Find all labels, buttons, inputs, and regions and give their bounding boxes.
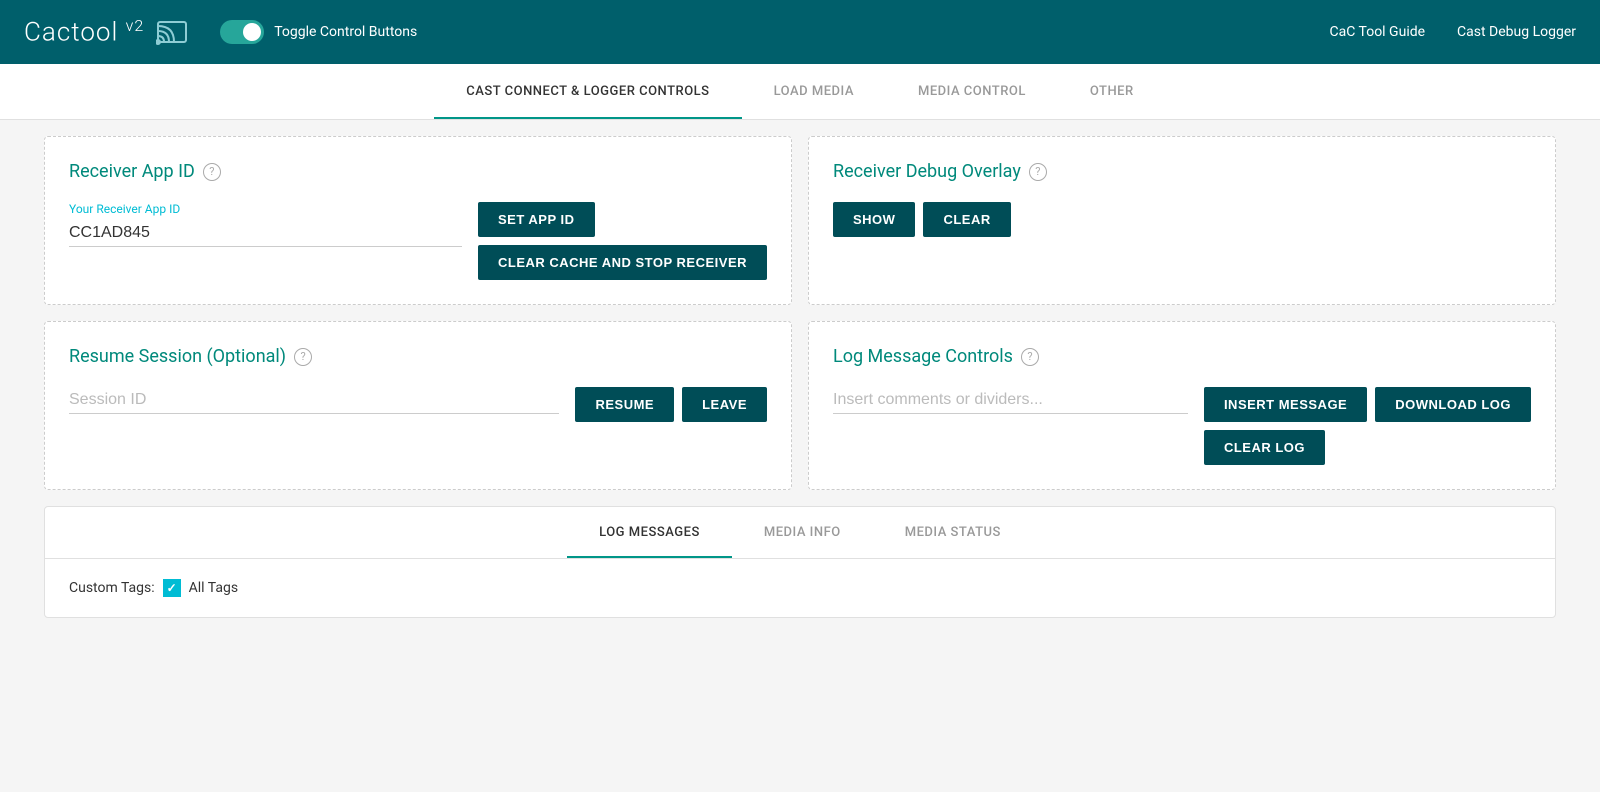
cast-icon: [156, 14, 192, 50]
log-tabs-bar: LOG MESSAGES MEDIA INFO MEDIA STATUS: [45, 507, 1555, 559]
debug-overlay-title: Receiver Debug Overlay ?: [833, 161, 1531, 182]
clear-log-button[interactable]: CLEAR LOG: [1204, 430, 1325, 465]
receiver-app-id-input[interactable]: [69, 220, 462, 247]
custom-tags-label: Custom Tags:: [69, 580, 155, 596]
log-card-body: INSERT MESSAGE DOWNLOAD LOG CLEAR LOG: [833, 387, 1531, 465]
debug-overlay-card: Receiver Debug Overlay ? SHOW CLEAR: [808, 136, 1556, 305]
log-message-title: Log Message Controls ?: [833, 346, 1531, 367]
resume-btn-group: RESUME LEAVE: [575, 387, 767, 422]
log-content: Custom Tags: All Tags: [45, 559, 1555, 617]
receiver-help-icon[interactable]: ?: [203, 163, 221, 181]
debug-help-icon[interactable]: ?: [1029, 163, 1047, 181]
session-input-group: [69, 387, 559, 414]
main-content: Receiver App ID ? Your Receiver App ID S…: [20, 120, 1580, 634]
resume-card-body: RESUME LEAVE: [69, 387, 767, 422]
log-tab-media-status[interactable]: MEDIA STATUS: [873, 507, 1033, 558]
toggle-label: Toggle Control Buttons: [274, 24, 417, 40]
main-tabs-bar: CAST CONNECT & LOGGER CONTROLS LOAD MEDI…: [0, 64, 1600, 120]
cards-grid: Receiver App ID ? Your Receiver App ID S…: [44, 136, 1556, 490]
session-id-input[interactable]: [69, 387, 559, 414]
tab-load-media[interactable]: LOAD MEDIA: [742, 64, 886, 119]
download-log-button[interactable]: DOWNLOAD LOG: [1375, 387, 1531, 422]
receiver-app-id-card: Receiver App ID ? Your Receiver App ID S…: [44, 136, 792, 305]
version-badge: v2: [126, 16, 145, 35]
receiver-card-body: Your Receiver App ID SET APP ID CLEAR CA…: [69, 202, 767, 280]
all-tags-checkbox[interactable]: [163, 579, 181, 597]
resume-session-title: Resume Session (Optional) ?: [69, 346, 767, 367]
receiver-btn-group: SET APP ID CLEAR CACHE AND STOP RECEIVER: [478, 202, 767, 280]
log-tab-media-info[interactable]: MEDIA INFO: [732, 507, 873, 558]
log-btn-row-1: INSERT MESSAGE DOWNLOAD LOG: [1204, 387, 1531, 422]
receiver-input-label: Your Receiver App ID: [69, 202, 462, 216]
debug-card-body: SHOW CLEAR: [833, 202, 1531, 237]
resume-session-label: Resume Session (Optional): [69, 346, 286, 367]
tab-other[interactable]: OTHER: [1058, 64, 1166, 119]
resume-help-icon[interactable]: ?: [294, 348, 312, 366]
receiver-input-group: Your Receiver App ID: [69, 202, 462, 247]
header-nav: CaC Tool Guide Cast Debug Logger: [1330, 24, 1577, 40]
show-button[interactable]: SHOW: [833, 202, 915, 237]
log-message-label: Log Message Controls: [833, 346, 1013, 367]
leave-button[interactable]: LEAVE: [682, 387, 767, 422]
log-section: LOG MESSAGES MEDIA INFO MEDIA STATUS Cus…: [44, 506, 1556, 618]
log-tab-log-messages[interactable]: LOG MESSAGES: [567, 507, 732, 558]
clear-button[interactable]: CLEAR: [923, 202, 1010, 237]
debug-btn-group: SHOW CLEAR: [833, 202, 1011, 237]
custom-tags-row: Custom Tags: All Tags: [69, 579, 1531, 597]
log-input-group: [833, 387, 1188, 414]
log-btn-group: INSERT MESSAGE DOWNLOAD LOG CLEAR LOG: [1204, 387, 1531, 465]
log-message-controls-card: Log Message Controls ? INSERT MESSAGE DO…: [808, 321, 1556, 490]
resume-button[interactable]: RESUME: [575, 387, 674, 422]
tab-media-control[interactable]: MEDIA CONTROL: [886, 64, 1058, 119]
toggle-area: Toggle Control Buttons: [220, 20, 417, 44]
receiver-app-id-label: Receiver App ID: [69, 161, 195, 182]
toggle-switch[interactable]: [220, 20, 264, 44]
log-help-icon[interactable]: ?: [1021, 348, 1039, 366]
header-left: Cactool v2 Toggle Control Buttons: [24, 14, 1330, 50]
logo-text: Cactool v2: [24, 16, 144, 48]
all-tags-label: All Tags: [189, 580, 238, 596]
debug-overlay-label: Receiver Debug Overlay: [833, 161, 1021, 182]
cast-debug-logger-link[interactable]: Cast Debug Logger: [1457, 24, 1576, 40]
log-message-input[interactable]: [833, 387, 1188, 414]
cac-tool-guide-link[interactable]: CaC Tool Guide: [1330, 24, 1426, 40]
resume-session-card: Resume Session (Optional) ? RESUME LEAVE: [44, 321, 792, 490]
tab-cast-connect[interactable]: CAST CONNECT & LOGGER CONTROLS: [434, 64, 741, 119]
receiver-app-id-title: Receiver App ID ?: [69, 161, 767, 182]
clear-cache-button[interactable]: CLEAR CACHE AND STOP RECEIVER: [478, 245, 767, 280]
insert-message-button[interactable]: INSERT MESSAGE: [1204, 387, 1367, 422]
header: Cactool v2 Toggle Control Buttons CaC To…: [0, 0, 1600, 64]
set-app-id-button[interactable]: SET APP ID: [478, 202, 595, 237]
